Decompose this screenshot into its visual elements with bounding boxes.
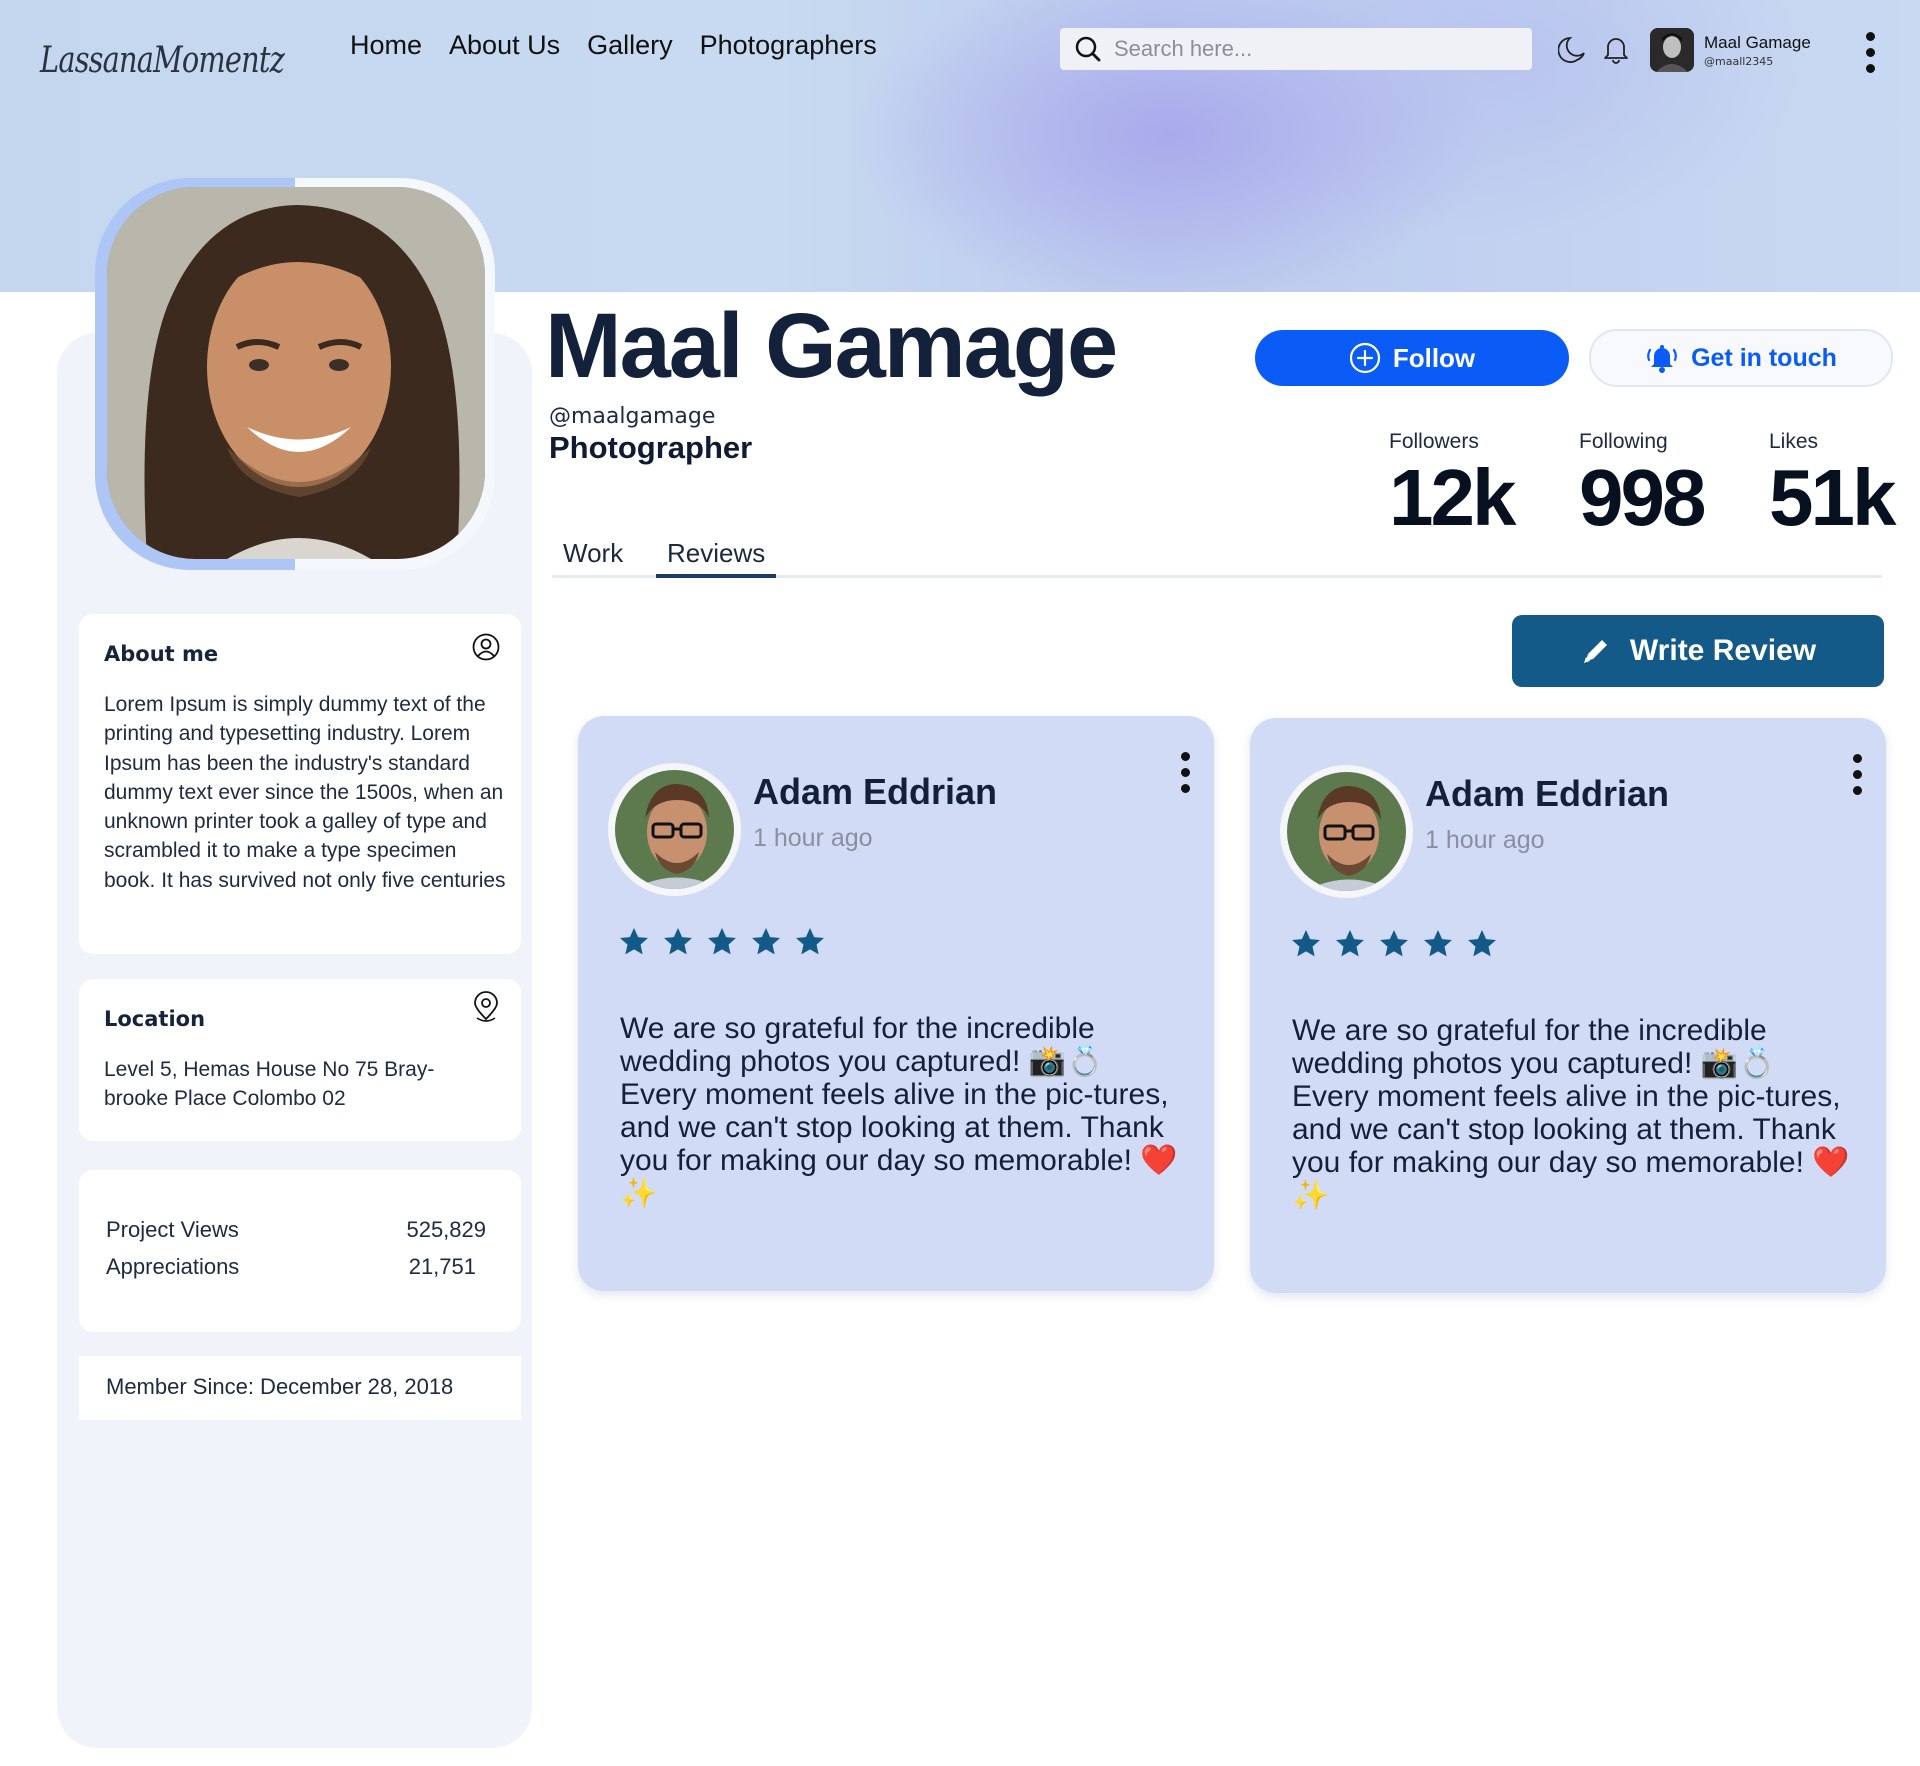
profile-tabs: Work Reviews bbox=[552, 538, 1882, 578]
write-review-label: Write Review bbox=[1629, 634, 1817, 667]
user-circle-icon bbox=[472, 633, 500, 661]
reviewer-avatar bbox=[608, 763, 741, 896]
star-icon bbox=[1468, 930, 1496, 957]
metric-value: 21,751 bbox=[408, 1254, 476, 1279]
stat-value: 12k bbox=[1389, 453, 1516, 542]
location-title: Location bbox=[104, 1007, 206, 1031]
profile-handle: @maalgamage bbox=[549, 404, 716, 429]
review-text: We are so grateful for the incredible we… bbox=[1292, 1014, 1850, 1212]
star-icon bbox=[708, 928, 736, 955]
review-text: We are so grateful for the incredible we… bbox=[620, 1012, 1178, 1210]
metric-row-project-views: Project Views 525,829 bbox=[106, 1217, 486, 1243]
dark-mode-moon-icon[interactable] bbox=[1558, 34, 1588, 64]
nav-home[interactable]: Home bbox=[350, 30, 422, 61]
about-title: About me bbox=[104, 642, 219, 666]
search-input[interactable] bbox=[1114, 36, 1494, 62]
user-avatar bbox=[1650, 28, 1694, 72]
reviewer-name: Adam Eddrian bbox=[1425, 773, 1670, 814]
nav-gallery[interactable]: Gallery bbox=[587, 30, 673, 61]
star-icon bbox=[620, 928, 648, 955]
logo-wordmark: LassanaMomentz bbox=[40, 40, 285, 81]
member-since-card: Member Since: December 28, 2018 bbox=[79, 1356, 521, 1420]
pencil-icon bbox=[1583, 640, 1607, 663]
get-in-touch-label: Get in touch bbox=[1691, 343, 1837, 372]
metric-value: 525,829 bbox=[406, 1217, 486, 1242]
search-bar bbox=[1060, 28, 1532, 70]
review-time: 1 hour ago bbox=[1425, 826, 1545, 854]
tab-work[interactable]: Work bbox=[552, 538, 634, 578]
review-menu-icon[interactable] bbox=[1181, 752, 1190, 793]
location-text: Level 5, Hemas House No 75 Bray-brooke P… bbox=[104, 1058, 435, 1110]
tab-reviews[interactable]: Reviews bbox=[656, 538, 777, 578]
star-icon bbox=[1380, 930, 1408, 957]
plus-circle-icon bbox=[1349, 342, 1380, 374]
stat-followers: Followers 12k bbox=[1389, 430, 1516, 542]
follow-label: Follow bbox=[1392, 342, 1476, 373]
review-rating bbox=[1290, 928, 1498, 960]
stat-label: Likes bbox=[1769, 430, 1819, 453]
review-card: Adam Eddrian 1 hour ago We are so gratef… bbox=[578, 716, 1214, 1291]
get-in-touch-button[interactable]: Get in touch bbox=[1589, 329, 1893, 387]
more-options-icon[interactable] bbox=[1866, 32, 1875, 73]
user-handle: @maall2345 bbox=[1704, 54, 1774, 68]
review-rating bbox=[618, 926, 826, 958]
member-since-text: Member Since: December 28, 2018 bbox=[106, 1374, 454, 1399]
stat-label: Following bbox=[1579, 430, 1668, 453]
reviewer-avatar bbox=[1280, 765, 1413, 898]
star-icon bbox=[664, 928, 692, 955]
notification-bell-icon[interactable] bbox=[1602, 34, 1630, 64]
metric-label: Project Views bbox=[106, 1217, 239, 1242]
stat-label: Followers bbox=[1389, 430, 1479, 453]
user-menu[interactable]: Maal Gamage @maall2345 bbox=[1650, 28, 1811, 72]
ringing-bell-icon bbox=[1647, 345, 1677, 373]
nav-photographers[interactable]: Photographers bbox=[700, 30, 877, 61]
profile-avatar bbox=[107, 187, 485, 559]
star-icon bbox=[752, 928, 780, 955]
stat-following: Following 998 bbox=[1579, 430, 1706, 542]
review-menu-icon[interactable] bbox=[1853, 754, 1862, 795]
metric-label: Appreciations bbox=[106, 1254, 240, 1279]
reviewer-name: Adam Eddrian bbox=[753, 771, 998, 812]
stat-likes: Likes 51k bbox=[1769, 430, 1896, 542]
user-name: Maal Gamage bbox=[1704, 32, 1811, 52]
write-review-button[interactable]: Write Review bbox=[1512, 615, 1884, 687]
location-pin-icon bbox=[474, 991, 498, 1022]
search-icon bbox=[1075, 36, 1101, 62]
star-icon bbox=[1336, 930, 1364, 957]
star-icon bbox=[796, 928, 824, 955]
metrics-card: Project Views 525,829 Appreciations 21,7… bbox=[79, 1170, 521, 1332]
about-text: Lorem Ipsum is simply dummy text of the … bbox=[104, 693, 506, 892]
stat-value: 998 bbox=[1579, 453, 1706, 542]
about-card: About me Lorem Ipsum is simply dummy tex… bbox=[79, 614, 521, 954]
star-icon bbox=[1424, 930, 1452, 957]
review-time: 1 hour ago bbox=[753, 824, 873, 852]
profile-name: Maal Gamage bbox=[545, 295, 1118, 397]
review-card: Adam Eddrian 1 hour ago We are so gratef… bbox=[1250, 718, 1886, 1293]
follow-button[interactable]: Follow bbox=[1255, 330, 1569, 386]
profile-role: Photographer bbox=[549, 430, 753, 465]
main-nav: Home About Us Gallery Photographers bbox=[350, 30, 877, 61]
metric-row-appreciations: Appreciations 21,751 bbox=[106, 1254, 486, 1280]
location-card: Location Level 5, Hemas House No 75 Bray… bbox=[79, 979, 521, 1141]
site-logo[interactable]: LassanaMomentz bbox=[40, 16, 285, 96]
stat-value: 51k bbox=[1769, 453, 1896, 542]
nav-about-us[interactable]: About Us bbox=[449, 30, 560, 61]
star-icon bbox=[1292, 930, 1320, 957]
